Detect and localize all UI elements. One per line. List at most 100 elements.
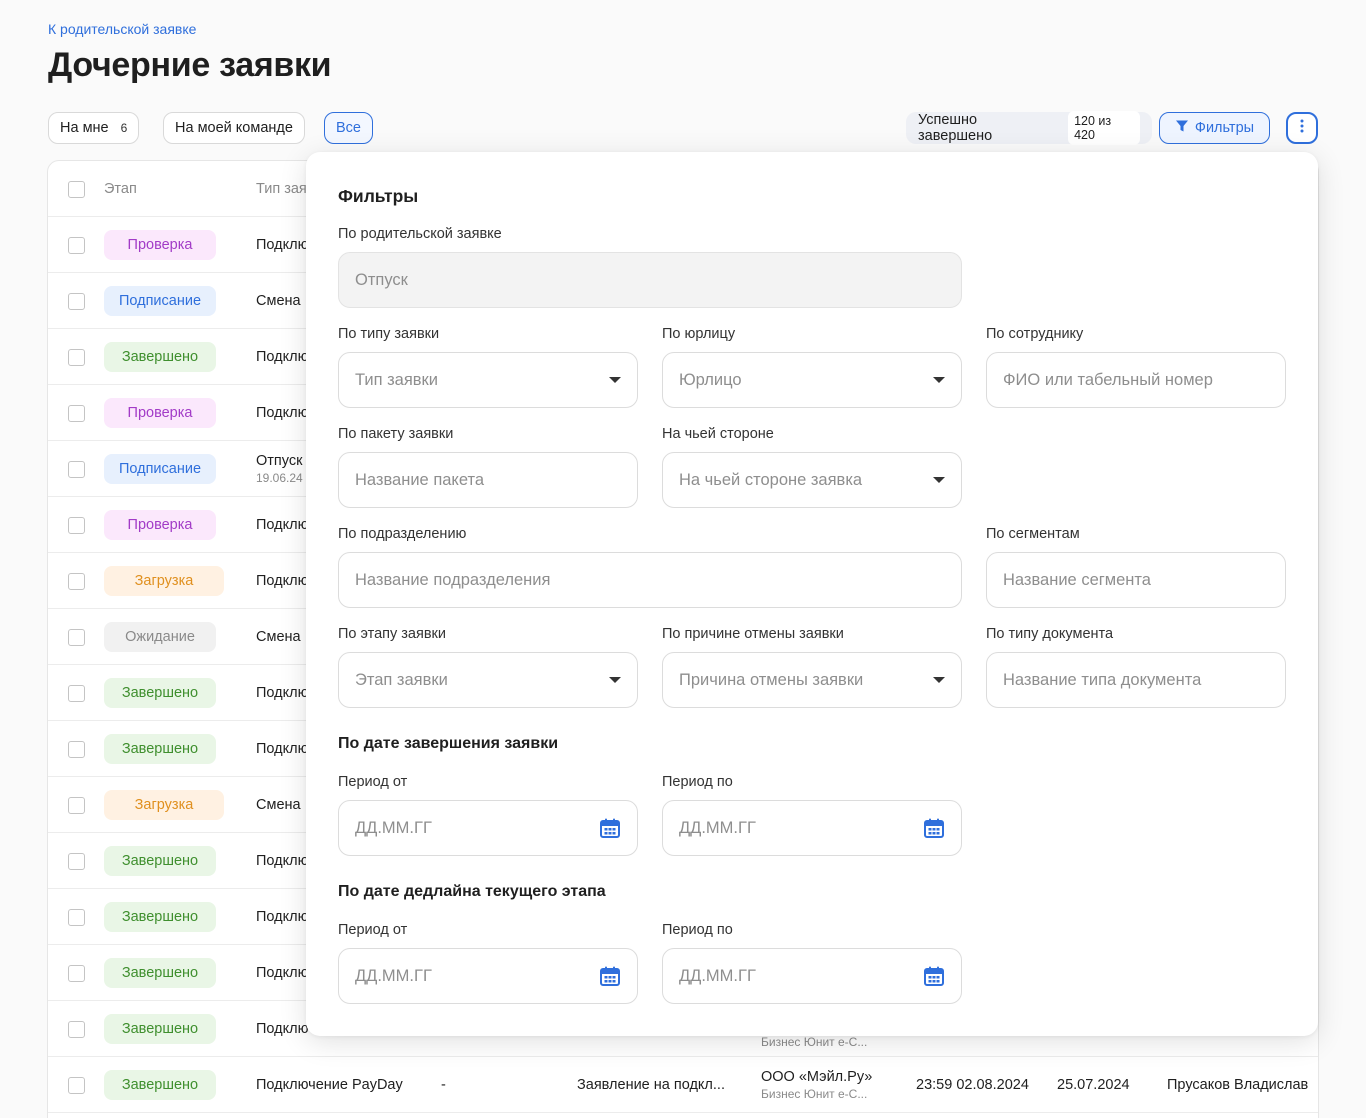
segments-input-control[interactable] [1003,570,1269,590]
row-checkbox[interactable] [68,461,85,478]
more-vertical-icon [1300,119,1304,138]
chip-all[interactable]: Все [324,112,373,144]
filters-panel: Фильтры По родительской заявке Отпуск По… [306,152,1318,1036]
filters-button[interactable]: Фильтры [1159,112,1270,144]
side-placeholder: На чьей стороне заявка [679,470,863,489]
status-summary-label: Успешно завершено [918,112,993,144]
deadline-to-date[interactable] [662,948,962,1004]
deadline-from-label: Период от [338,922,408,938]
segments-filter-label: По сегментам [986,526,1080,542]
status-badge: Проверка [104,398,216,428]
doctype-input[interactable] [986,652,1286,708]
side-select[interactable]: На чьей стороне заявка [662,452,962,508]
employee-input[interactable] [986,352,1286,408]
completion-to-date[interactable] [662,800,962,856]
deadline-to-input[interactable] [679,966,923,986]
company-sub-peek: Бизнес Юнит е-С... [761,1035,868,1049]
select-all-checkbox[interactable] [68,181,85,198]
request-document: Заявление на подкл... [577,1077,725,1093]
status-badge: Подписание [104,286,216,316]
stage-placeholder: Этап заявки [355,670,448,689]
request-type-label: Подклю [256,237,309,253]
row-checkbox[interactable] [68,1077,85,1094]
chevron-down-icon [933,477,945,483]
doctype-input-control[interactable] [1003,670,1269,690]
completion-to-input[interactable] [679,818,923,838]
chip-on-me[interactable]: На мне 6 [48,112,140,144]
calendar-icon[interactable] [923,817,945,839]
request-type: Смена [256,609,301,665]
stage-select[interactable]: Этап заявки [338,652,638,708]
status-badge: Завершено [104,342,216,372]
legal-entity-select[interactable]: Юрлицо [662,352,962,408]
request-type-label: Подклю [256,573,309,589]
status-badge: Проверка [104,230,216,260]
completion-from-date[interactable] [338,800,638,856]
row-checkbox[interactable] [68,741,85,758]
calendar-icon[interactable] [923,965,945,987]
request-type-label: Отпуск [256,453,303,469]
row-checkbox[interactable] [68,405,85,422]
division-input[interactable] [338,552,962,608]
filter-icon [1175,119,1189,137]
request-type-label: Смена [256,629,301,645]
row-checkbox[interactable] [68,797,85,814]
row-checkbox[interactable] [68,685,85,702]
request-type-label: Подклю [256,741,309,757]
segments-input[interactable] [986,552,1286,608]
row-checkbox[interactable] [68,349,85,366]
request-type-label: Подклю [256,405,309,421]
row-checkbox[interactable] [68,517,85,534]
package-input[interactable] [338,452,638,508]
chip-on-my-team[interactable]: На моей команде [163,112,305,144]
row-checkbox[interactable] [68,909,85,926]
status-summary: Успешно завершено 120 из 420 [906,111,1152,145]
parent-filter-label: По родительской заявке [338,226,502,242]
row-checkbox[interactable] [68,237,85,254]
request-type-label: Подклю [256,1021,309,1037]
filters-button-label: Фильтры [1194,120,1255,136]
cancel-reason-select[interactable]: Причина отмены заявки [662,652,962,708]
status-badge: Завершено [104,734,216,764]
chip-on-me-label: На мне [60,120,109,136]
row-checkbox[interactable] [68,1021,85,1038]
deadline-to-label: Период по [662,922,733,938]
request-type-sub: 19.06.24 [256,471,303,485]
package-input-control[interactable] [355,470,621,490]
calendar-icon[interactable] [599,965,621,987]
chip-all-label: Все [336,120,361,136]
row-checkbox[interactable] [68,853,85,870]
row-checkbox[interactable] [68,293,85,310]
deadline-from-date[interactable] [338,948,638,1004]
company-sub: Бизнес Юнит е-С... [761,1087,868,1101]
completion-from-input[interactable] [355,818,599,838]
request-type-select[interactable]: Тип заявки [338,352,638,408]
request-type-label: Подклю [256,853,309,869]
legal-entity-placeholder: Юрлицо [679,370,742,389]
request-type: Подклю [256,217,308,273]
row-checkbox[interactable] [68,629,85,646]
division-input-control[interactable] [355,570,945,590]
request-deadline: 23:59 02.08.2024 [916,1077,1029,1093]
header-stage: Этап [104,181,137,197]
request-type-label: Подклю [256,909,309,925]
status-badge: Завершено [104,1070,216,1100]
table-row[interactable]: Завершено Подключение PayDay - Заявление… [48,1057,1318,1113]
status-badge: Загрузка [104,566,224,596]
request-type: Подклю [256,385,308,441]
row-checkbox[interactable] [68,965,85,982]
status-badge: Проверка [104,510,216,540]
cancel-reason-filter-label: По причине отмены заявки [662,626,844,642]
request-type: Подклю [256,665,308,721]
calendar-icon[interactable] [599,817,621,839]
deadline-from-input[interactable] [355,966,599,986]
row-checkbox[interactable] [68,573,85,590]
more-options-button[interactable] [1286,112,1318,144]
completion-from-label: Период от [338,774,408,790]
status-summary-count: 120 из 420 [1068,111,1140,145]
doctype-filter-label: По типу документа [986,626,1114,642]
request-type-label: Смена [256,293,301,309]
back-to-parent-link[interactable]: К родительской заявке [48,21,196,37]
employee-input-control[interactable] [1003,370,1269,390]
chevron-down-icon [609,377,621,383]
